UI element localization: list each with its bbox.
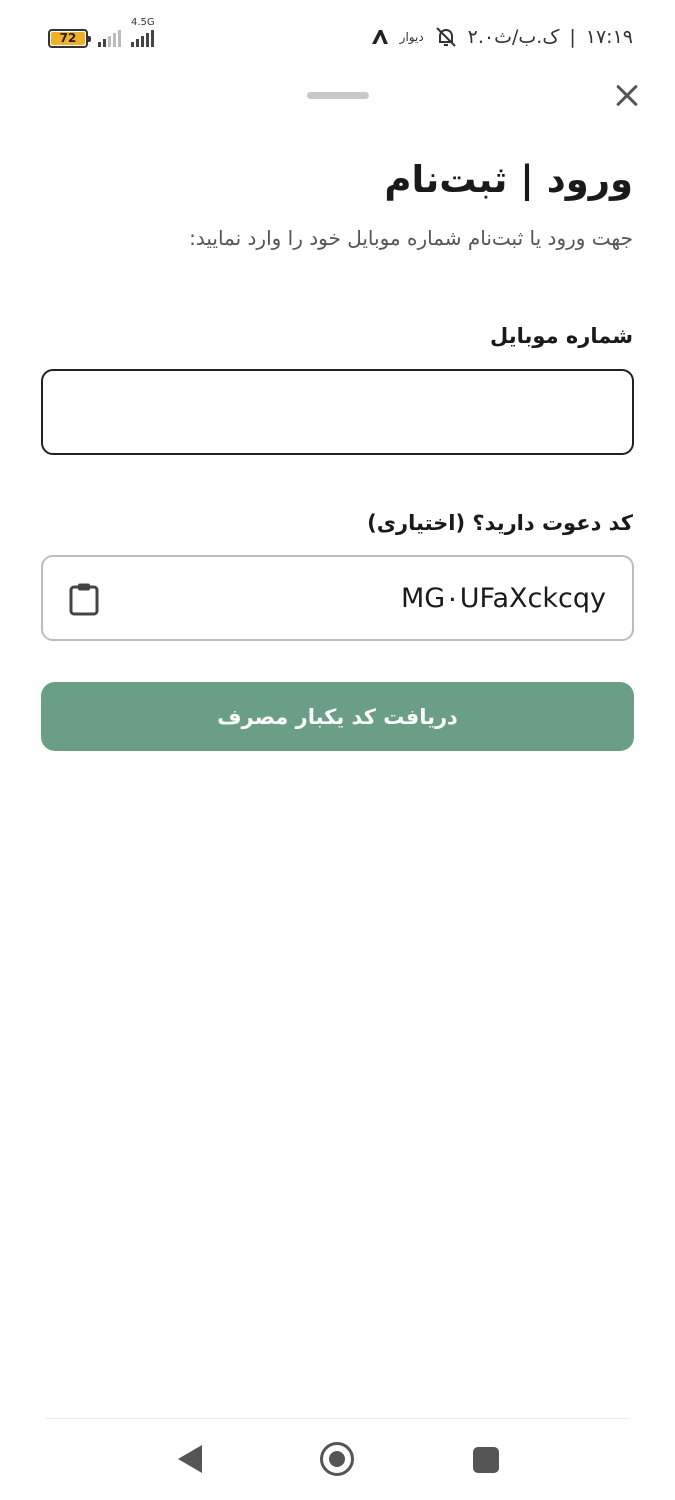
mobile-number-label: شماره موبایل xyxy=(490,324,633,348)
get-otp-button[interactable]: دریافت کد یکبار مصرف xyxy=(41,682,634,751)
clipboard-icon[interactable] xyxy=(69,582,99,616)
status-bar: 72 4.5G دیوار ۲.۰ک.ب/ث | ۱۷:۱۹ xyxy=(0,0,675,60)
home-circle-icon[interactable] xyxy=(320,1442,354,1476)
page-title: ورود | ثبت‌نام xyxy=(384,158,633,201)
notifications-off-icon xyxy=(435,27,456,47)
status-date: ۲.۰ک.ب/ث xyxy=(467,26,560,48)
invite-code-field-wrapper xyxy=(41,555,634,641)
divar-logo-icon xyxy=(371,30,388,44)
invite-code-label: کد دعوت دارید؟ (اختیاری) xyxy=(367,511,633,535)
network-type: 4.5G xyxy=(131,17,155,28)
status-separator: | xyxy=(569,26,576,48)
nav-divider xyxy=(46,1418,630,1419)
mobile-number-field-wrapper xyxy=(41,369,634,455)
signal-strength-icon-2 xyxy=(131,29,154,47)
page-subtitle: جهت ورود یا ثبت‌نام شماره موبایل خود را … xyxy=(189,226,633,250)
status-right-group: دیوار ۲.۰ک.ب/ث | ۱۷:۱۹ xyxy=(370,22,633,52)
invite-code-input[interactable] xyxy=(43,557,632,639)
sheet-drag-handle[interactable] xyxy=(307,92,369,99)
back-triangle-icon[interactable] xyxy=(176,1443,204,1475)
close-icon[interactable] xyxy=(609,78,645,114)
mobile-number-input[interactable] xyxy=(43,371,632,453)
network-icon: 4.5G xyxy=(131,17,155,47)
battery-level: 72 xyxy=(51,31,85,45)
battery-icon: 72 xyxy=(48,28,91,48)
status-left-group: 72 4.5G xyxy=(48,17,155,52)
status-time: ۱۷:۱۹ xyxy=(585,26,633,48)
signal-strength-icon xyxy=(98,29,121,47)
divar-label: دیوار xyxy=(399,30,424,44)
recents-square-icon[interactable] xyxy=(473,1447,499,1473)
